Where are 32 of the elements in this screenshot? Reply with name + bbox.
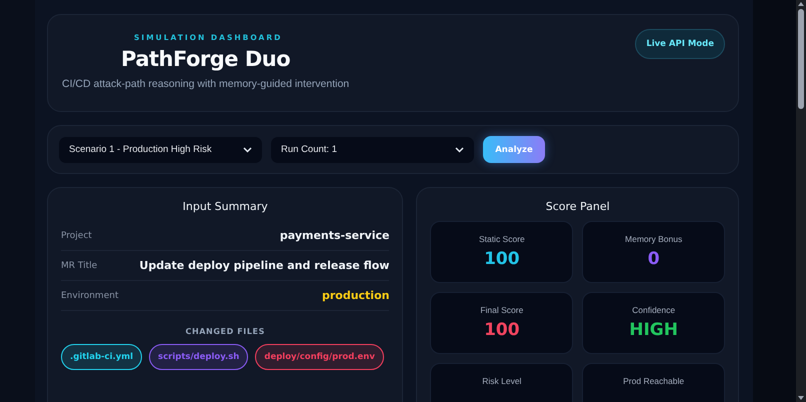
app-subtitle: CI/CD attack-path reasoning with memory-guided intervention	[62, 78, 350, 90]
scroll-up-icon[interactable]	[798, 2, 804, 6]
scrollbar[interactable]	[796, 0, 806, 402]
scenario-select[interactable]: Scenario 1 - Production High Risk	[59, 136, 262, 162]
file-tag: .gitlab-ci.yml	[61, 344, 142, 370]
metric-value: 0	[648, 249, 660, 269]
panel-title: Input Summary	[182, 200, 269, 213]
section-heading: CHANGED FILES	[184, 327, 266, 336]
run-count-select[interactable]: Run Count: 1	[271, 136, 474, 162]
metric-label: Final Score	[480, 305, 524, 315]
panel-title: Score Panel	[544, 200, 611, 213]
metric-label: Static Score	[478, 234, 525, 244]
field-value: production	[322, 289, 390, 302]
metric-label: Risk Level	[482, 376, 522, 386]
scroll-down-icon[interactable]	[798, 396, 804, 400]
field-label: MR Title	[61, 260, 98, 270]
metric-value: 100	[484, 320, 520, 340]
field-value: Update deploy pipeline and release flow	[139, 259, 390, 272]
field-label: Environment	[61, 290, 118, 300]
field-value: payments-service	[280, 229, 390, 242]
app-title: PathForge Duo	[121, 47, 290, 71]
metric-label: Confidence	[632, 305, 676, 315]
chevron-down-icon	[243, 146, 252, 152]
chevron-down-icon	[455, 146, 464, 152]
file-tag: scripts/deploy.sh	[149, 344, 248, 370]
file-tag: deploy/config/prod.env	[255, 344, 384, 370]
metric-value: 100	[484, 249, 520, 269]
field-label: Project	[61, 230, 92, 240]
metric-label: Prod Reachable	[623, 376, 684, 386]
metric-label: Memory Bonus	[625, 234, 682, 244]
mode-badge[interactable]: Live API Mode	[635, 29, 725, 59]
metric-value: HIGH	[629, 320, 678, 340]
